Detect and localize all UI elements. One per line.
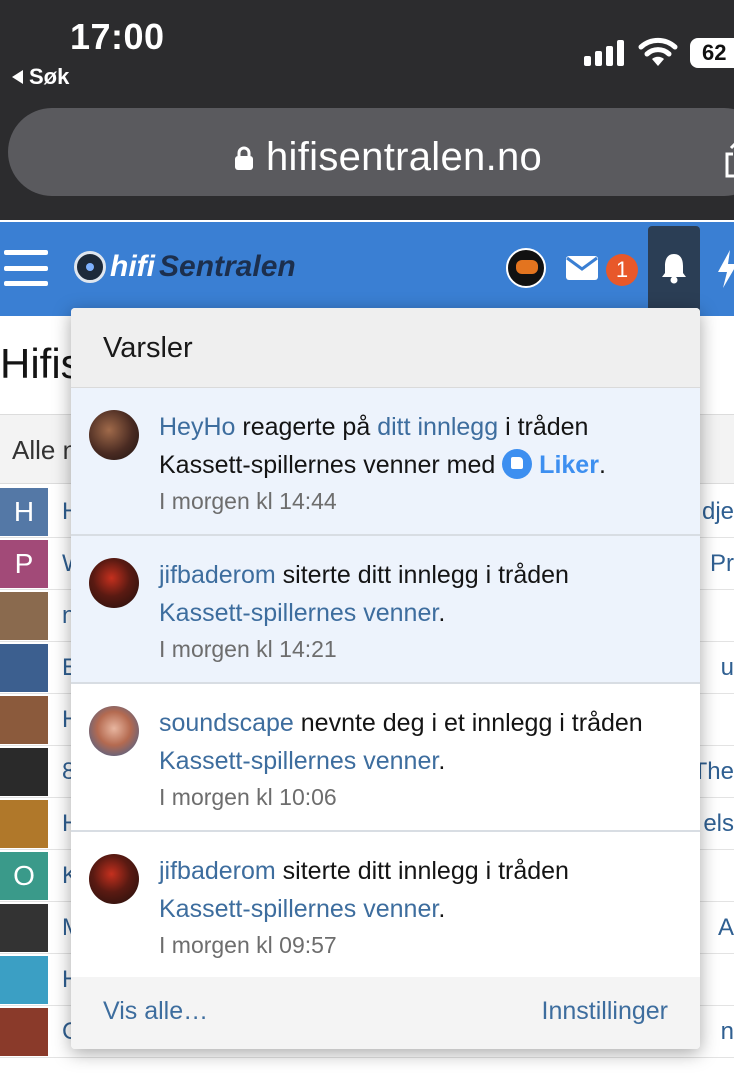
avatar[interactable] [89, 558, 139, 608]
page-title: Hifis [0, 340, 82, 387]
notification-text: jifbaderom siterte ditt innlegg i tråden… [159, 556, 688, 632]
back-label: Søk [29, 64, 70, 89]
notification-time: I morgen kl 09:57 [159, 932, 337, 958]
avatar[interactable] [0, 592, 48, 640]
notification-time: I morgen kl 14:21 [159, 636, 337, 662]
notification-action: siterte ditt innlegg i tråden [275, 561, 569, 589]
notification-action: siterte ditt innlegg i tråden [275, 857, 569, 885]
site-header: hifi Sentralen 1 [0, 222, 734, 316]
notification-end: . [438, 895, 446, 923]
bell-icon [662, 254, 686, 284]
post-link[interactable]: ditt innlegg [377, 413, 498, 441]
share-icon[interactable] [724, 138, 734, 178]
settings-link[interactable]: Innstillinger [542, 997, 668, 1026]
row-forum-link[interactable]: n [721, 1018, 734, 1046]
notification-time: I morgen kl 14:44 [159, 488, 337, 514]
user-link[interactable]: jifbaderom [159, 561, 276, 589]
lightning-icon[interactable] [716, 250, 734, 288]
notification-item[interactable]: soundscape nevnte deg i et innlegg i trå… [71, 684, 700, 832]
thread-link[interactable]: Kassett-spillernes venner [159, 895, 438, 923]
row-forum-link[interactable]: els [703, 810, 734, 838]
avatar[interactable] [0, 696, 48, 744]
avatar[interactable] [0, 904, 48, 952]
logo-sentralen-text: Sentralen [159, 250, 296, 283]
avatar[interactable] [0, 748, 48, 796]
avatar[interactable] [0, 1008, 48, 1056]
notification-action: reagerte på [235, 413, 378, 441]
thread-text[interactable]: Kassett-spillernes venner med [159, 451, 502, 479]
user-link[interactable]: HeyHo [159, 413, 235, 441]
like-reaction-icon [502, 449, 533, 479]
avatar[interactable] [0, 800, 48, 848]
row-forum-link[interactable]: u [721, 654, 734, 682]
notifications-dropdown: Varsler HeyHo reagerte på ditt innlegg i… [71, 308, 700, 1049]
thread-link[interactable]: Kassett-spillernes venner [159, 747, 438, 775]
notification-text: jifbaderom siterte ditt innlegg i tråden… [159, 852, 688, 928]
inbox-count-badge: 1 [606, 254, 638, 286]
avatar[interactable] [89, 854, 139, 904]
status-bar: 17:00 Søk 62 [0, 0, 734, 100]
avatar[interactable]: H [0, 488, 48, 536]
user-link[interactable]: jifbaderom [159, 857, 276, 885]
avatar[interactable] [89, 410, 139, 460]
logo-hifi-text: hifi [110, 250, 155, 283]
notification-mid: i tråden [498, 413, 589, 441]
battery-indicator: 62 [690, 38, 734, 68]
menu-icon[interactable] [4, 250, 48, 286]
notification-end: . [438, 599, 446, 627]
site-logo[interactable]: hifi Sentralen [74, 250, 296, 284]
notification-action: nevnte deg i et innlegg i tråden [293, 709, 643, 737]
back-arrow-icon [12, 70, 23, 84]
notification-item[interactable]: HeyHo reagerte på ditt innlegg i tråden … [71, 388, 700, 536]
row-forum-link[interactable]: dje [702, 498, 734, 526]
notification-item[interactable]: jifbaderom siterte ditt innlegg i tråden… [71, 832, 700, 980]
notification-item[interactable]: jifbaderom siterte ditt innlegg i tråden… [71, 536, 700, 684]
notifications-tab[interactable] [648, 226, 700, 316]
url-text: hifisentralen.no [266, 135, 543, 179]
notification-end: . [438, 747, 446, 775]
status-time: 17:00 [70, 16, 165, 57]
envelope-icon[interactable] [566, 256, 598, 280]
notifications-heading: Varsler [71, 308, 700, 388]
wifi-icon [638, 37, 678, 66]
avatar[interactable]: O [0, 852, 48, 900]
row-forum-link[interactable]: A [718, 914, 734, 942]
browser-toolbar: hifisentralen.no [0, 100, 734, 220]
avatar[interactable] [0, 644, 48, 692]
avatar[interactable]: P [0, 540, 48, 588]
show-all-link[interactable]: Vis alle… [103, 997, 208, 1026]
logo-record-icon [74, 251, 106, 283]
filter-all-button[interactable]: Alle n [12, 435, 77, 466]
thread-link[interactable]: Kassett-spillernes venner [159, 599, 438, 627]
avatar[interactable] [89, 706, 139, 756]
lock-icon [235, 146, 253, 170]
notification-text: soundscape nevnte deg i et innlegg i trå… [159, 704, 688, 780]
cellular-signal-icon [584, 40, 624, 66]
row-forum-link[interactable]: Pr [710, 550, 734, 578]
address-bar[interactable]: hifisentralen.no [8, 108, 734, 196]
avatar[interactable] [0, 956, 48, 1004]
back-to-search-button[interactable]: Søk [12, 64, 69, 90]
user-avatar[interactable] [506, 248, 546, 288]
notification-text: HeyHo reagerte på ditt innlegg i tråden … [159, 408, 688, 484]
notification-time: I morgen kl 10:06 [159, 784, 337, 810]
user-link[interactable]: soundscape [159, 709, 294, 737]
notification-end: . [598, 451, 606, 479]
notifications-footer: Vis alle… Innstillinger [71, 977, 700, 1049]
reaction-label: Liker [539, 451, 599, 479]
